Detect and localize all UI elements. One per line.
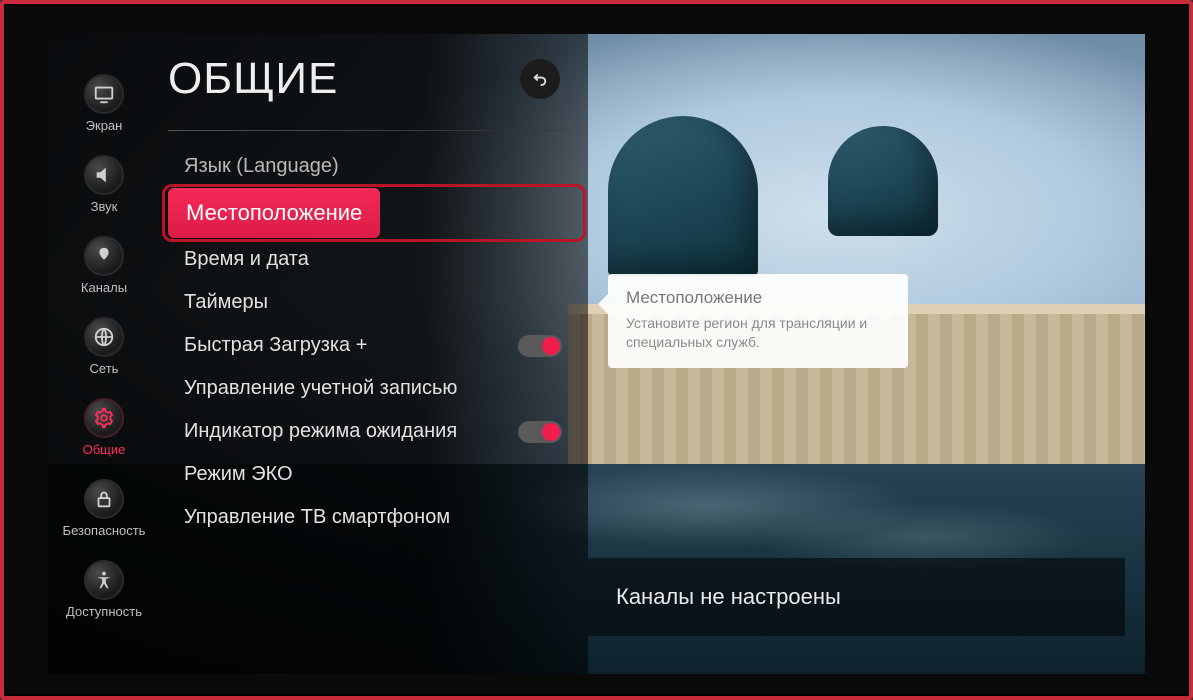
menu-item-label: Язык (Language) <box>184 155 339 178</box>
sidebar-item-label: Сеть <box>90 361 119 376</box>
sidebar-item-sound[interactable]: Звук <box>84 155 124 214</box>
background-dome <box>608 116 758 276</box>
sidebar-item-label: Каналы <box>81 280 127 295</box>
screen-icon <box>84 74 124 114</box>
menu-item-label: Управление ТВ смартфоном <box>184 506 450 529</box>
sidebar-item-label: Звук <box>91 199 118 214</box>
status-toast: Каналы не настроены <box>588 558 1125 636</box>
divider <box>168 130 580 131</box>
menu-item-label: Управление учетной записью <box>184 377 457 400</box>
menu-item-label: Местоположение <box>186 200 362 225</box>
settings-panel: Экран Звук Каналы <box>48 34 588 674</box>
sidebar-item-label: Экран <box>86 118 123 133</box>
settings-sidebar: Экран Звук Каналы <box>54 74 154 664</box>
menu-item-datetime[interactable]: Время и дата <box>168 238 580 281</box>
network-icon <box>84 317 124 357</box>
sidebar-item-channels[interactable]: Каналы <box>81 236 127 295</box>
back-button[interactable] <box>520 59 560 99</box>
sidebar-item-label: Общие <box>83 442 126 457</box>
menu-item-location[interactable]: Местоположение <box>168 188 580 238</box>
accessibility-icon <box>84 560 124 600</box>
menu-item-eco[interactable]: Режим ЭКО <box>168 453 580 496</box>
menu-item-account[interactable]: Управление учетной записью <box>168 367 580 410</box>
menu-item-standby-led[interactable]: Индикатор режима ожидания <box>168 410 580 453</box>
sound-icon <box>84 155 124 195</box>
menu-item-label: Время и дата <box>184 248 309 271</box>
sidebar-item-screen[interactable]: Экран <box>84 74 124 133</box>
sidebar-item-security[interactable]: Безопасность <box>63 479 146 538</box>
menu-item-smartphone-control[interactable]: Управление ТВ смартфоном <box>168 496 580 539</box>
settings-content: ОБЩИЕ Язык (Language) Местоположение <box>168 54 580 674</box>
general-icon <box>84 398 124 438</box>
toggle-on[interactable] <box>518 421 562 443</box>
tooltip-desc: Установите регион для трансляции и специ… <box>626 314 890 352</box>
background-dome <box>828 126 938 236</box>
menu-item-timers[interactable]: Таймеры <box>168 281 580 324</box>
lock-icon <box>84 479 124 519</box>
sidebar-item-general[interactable]: Общие <box>83 398 126 457</box>
toggle-on[interactable] <box>518 335 562 357</box>
settings-menu: Язык (Language) Местоположение Время и д… <box>168 145 580 539</box>
tooltip-title: Местоположение <box>626 288 890 308</box>
sidebar-item-label: Безопасность <box>63 523 146 538</box>
menu-item-label: Таймеры <box>184 291 268 314</box>
tv-screen: Экран Звук Каналы <box>48 34 1145 674</box>
sidebar-item-accessibility[interactable]: Доступность <box>66 560 142 619</box>
menu-item-label: Индикатор режима ожидания <box>184 420 457 443</box>
menu-item-language[interactable]: Язык (Language) <box>168 145 580 188</box>
menu-item-quickboot[interactable]: Быстрая Загрузка + <box>168 324 580 367</box>
menu-item-label: Режим ЭКО <box>184 463 293 486</box>
tv-bezel: Экран Звук Каналы <box>0 0 1193 700</box>
back-icon <box>531 70 549 88</box>
menu-item-label: Быстрая Загрузка + <box>184 334 367 357</box>
sidebar-item-label: Доступность <box>66 604 142 619</box>
info-tooltip: Местоположение Установите регион для тра… <box>608 274 908 368</box>
channels-icon <box>84 236 124 276</box>
toast-text: Каналы не настроены <box>616 584 841 609</box>
page-title: ОБЩИЕ <box>168 54 338 104</box>
sidebar-item-network[interactable]: Сеть <box>84 317 124 376</box>
